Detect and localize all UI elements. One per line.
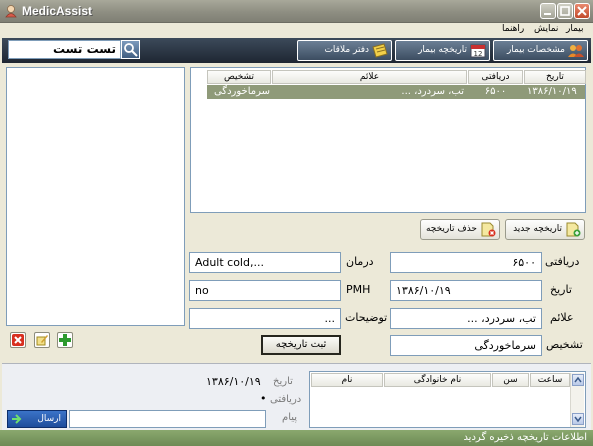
- menu-patient[interactable]: بیمار: [566, 24, 584, 34]
- column-diagnosis[interactable]: تشخیص: [207, 70, 271, 84]
- treatment-label: درمان: [346, 255, 374, 268]
- appointments-scrollbar[interactable]: [570, 373, 584, 427]
- row-received: ۶۵۰۰: [484, 86, 507, 97]
- patient-info-button[interactable]: مشخصات بیمار: [493, 40, 588, 61]
- status-bar: اطلاعات تاریخچه ذخیره گردید: [0, 430, 593, 446]
- scroll-up-button[interactable]: [572, 374, 584, 386]
- delete-history-button[interactable]: حذف تاریخچه: [420, 219, 500, 240]
- maximize-button[interactable]: [557, 3, 573, 19]
- menu-help[interactable]: راهنما: [502, 24, 524, 34]
- svg-text:12: 12: [474, 50, 483, 58]
- patient-info-label: مشخصات بیمار: [506, 45, 565, 55]
- send-arrow-icon: [12, 414, 22, 424]
- send-button[interactable]: ارسال: [7, 410, 67, 428]
- summary-date-value: ۱۳۸۶/۱۰/۱۹: [206, 375, 261, 388]
- symptoms-label: علائم: [550, 311, 574, 324]
- appointments-label: دفتر ملاقات: [324, 45, 369, 55]
- history-table: تاریخ دریافتی علائم تشخیص ۱۳۸۶/۱۰/۱۹ ۶۵۰…: [190, 67, 586, 213]
- row-diagnosis: سرماخوردگی: [213, 86, 270, 97]
- message-label: پیام: [282, 412, 298, 423]
- pmh-field[interactable]: no: [189, 280, 341, 301]
- new-history-button[interactable]: تاریخچه جدید: [505, 219, 585, 240]
- plus-icon: [59, 334, 71, 346]
- delete-document-icon: [481, 222, 496, 237]
- close-icon: [577, 6, 587, 16]
- edit-icon: [36, 335, 48, 346]
- column-last-name[interactable]: نام خانوادگی: [384, 373, 491, 387]
- send-label: ارسال: [37, 414, 61, 424]
- column-date[interactable]: تاریخ: [524, 70, 586, 84]
- summary-received-label: دریافتی: [270, 394, 302, 405]
- appointments-button[interactable]: دفتر ملاقات: [297, 40, 392, 61]
- window-title: MedicAssist: [22, 4, 93, 18]
- pmh-label: PMH: [346, 283, 371, 296]
- minimize-icon: [544, 13, 551, 15]
- patient-history-label: تاریخچه بیمار: [418, 45, 467, 55]
- save-history-button[interactable]: ثبت تاریخچه: [261, 335, 341, 355]
- search-button[interactable]: [121, 40, 140, 59]
- minimize-button[interactable]: [540, 3, 556, 19]
- scroll-down-button[interactable]: [572, 413, 584, 425]
- message-input[interactable]: [69, 410, 266, 428]
- close-button[interactable]: [574, 3, 590, 19]
- appointments-table: ساعت سن نام خانوادگی نام: [309, 371, 586, 428]
- symptoms-field[interactable]: تب، سردرد، ...: [390, 308, 542, 329]
- patient-history-button[interactable]: تاریخچه بیمار 12: [395, 40, 490, 61]
- row-symptoms: تب، سردرد، ...: [401, 86, 464, 97]
- app-icon: [5, 5, 17, 18]
- column-time[interactable]: ساعت: [530, 373, 570, 387]
- patient-list[interactable]: [6, 67, 185, 326]
- delete-history-label: حذف تاریخچه: [425, 224, 477, 234]
- diagnosis-field[interactable]: سرماخوردگی: [390, 335, 542, 356]
- summary-date-label: تاریخ: [273, 376, 293, 387]
- column-symptoms[interactable]: علائم: [272, 70, 467, 84]
- notes-field[interactable]: ...: [189, 308, 341, 329]
- new-document-icon: [566, 222, 581, 237]
- received-field[interactable]: ۶۵۰۰: [390, 252, 542, 273]
- column-first-name[interactable]: نام: [311, 373, 383, 387]
- treatment-field[interactable]: Adult cold,...: [189, 252, 341, 273]
- main-toolbar: مشخصات بیمار تاریخچه بیمار 12 دفتر ملاقا…: [2, 38, 591, 63]
- received-label: دریافتی: [545, 255, 580, 268]
- delete-patient-button[interactable]: [10, 332, 26, 348]
- column-age[interactable]: سن: [492, 373, 529, 387]
- date-label: تاریخ: [550, 283, 572, 296]
- menu-bar: بیمار نمایش راهنما: [0, 23, 593, 38]
- menu-view[interactable]: نمایش: [534, 24, 558, 34]
- delete-icon: [12, 334, 24, 346]
- maximize-icon: [560, 6, 570, 16]
- add-patient-button[interactable]: [57, 332, 73, 348]
- edit-patient-button[interactable]: [34, 332, 50, 348]
- date-field[interactable]: ۱۳۸۶/۱۰/۱۹: [390, 280, 542, 301]
- search-input[interactable]: تست تست: [8, 40, 121, 59]
- users-icon: [568, 45, 584, 57]
- arrow-up-icon: [574, 376, 582, 383]
- calendar-icon: 12: [470, 44, 486, 58]
- title-bar: MedicAssist: [0, 0, 593, 23]
- notebook-icon: [372, 43, 388, 58]
- row-date: ۱۳۸۶/۱۰/۱۹: [527, 86, 577, 97]
- column-received[interactable]: دریافتی: [468, 70, 523, 84]
- notes-label: توضیحات: [345, 311, 388, 324]
- new-history-label: تاریخچه جدید: [513, 224, 562, 234]
- arrow-down-icon: [574, 416, 582, 423]
- search-icon: [124, 43, 138, 57]
- summary-received-value: •: [260, 392, 267, 405]
- diagnosis-label: تشخیص: [546, 338, 583, 351]
